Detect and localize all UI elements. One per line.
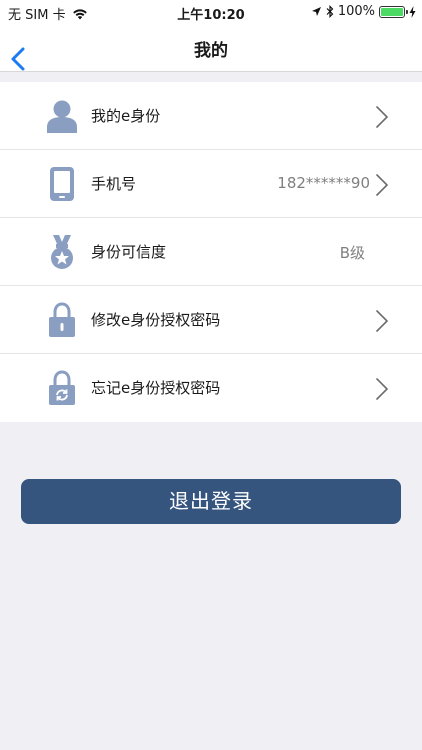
menu-item-forgot-auth-password[interactable]: 忘记e身份授权密码 <box>0 354 422 422</box>
menu-item-label: 忘记e身份授权密码 <box>91 379 221 397</box>
menu-list: 我的e身份 手机号 182******90 身份可信度 B级 修改e身份授权密码… <box>0 82 422 422</box>
bluetooth-icon <box>326 5 334 18</box>
status-bar: 无 SIM 卡 上午10:20 100% <box>0 0 422 24</box>
status-right: 100% <box>311 4 416 19</box>
menu-item-phone-number[interactable]: 手机号 182******90 <box>0 150 422 218</box>
battery-icon <box>379 5 408 18</box>
menu-item-label: 我的e身份 <box>91 107 161 125</box>
logout-button[interactable]: 退出登录 <box>21 479 401 524</box>
menu-item-label: 身份可信度 <box>91 243 167 261</box>
menu-item-change-auth-password[interactable]: 修改e身份授权密码 <box>0 286 422 354</box>
chevron-right-icon <box>376 106 388 128</box>
phone-number-value: 182******90 <box>277 174 370 192</box>
menu-item-identity-credibility[interactable]: 身份可信度 B级 <box>0 218 422 286</box>
battery-percent: 100% <box>337 4 375 19</box>
chevron-right-icon <box>376 310 388 332</box>
menu-item-my-e-identity[interactable]: 我的e身份 <box>0 82 422 150</box>
chevron-right-icon <box>376 378 388 400</box>
person-icon <box>45 98 79 134</box>
menu-item-label: 手机号 <box>91 175 137 193</box>
medal-icon <box>45 234 79 270</box>
charging-icon <box>409 5 416 18</box>
navigation-bar: 我的 <box>0 24 422 72</box>
battery-fill <box>381 7 403 16</box>
page-title: 我的 <box>194 41 228 61</box>
credibility-grade-value: B级 <box>339 244 365 262</box>
lock-refresh-icon <box>45 370 79 406</box>
chevron-right-icon <box>376 174 388 196</box>
menu-item-label: 修改e身份授权密码 <box>91 311 221 329</box>
location-arrow-icon <box>311 7 321 16</box>
mobile-phone-icon <box>45 166 79 202</box>
lock-icon <box>45 302 79 338</box>
